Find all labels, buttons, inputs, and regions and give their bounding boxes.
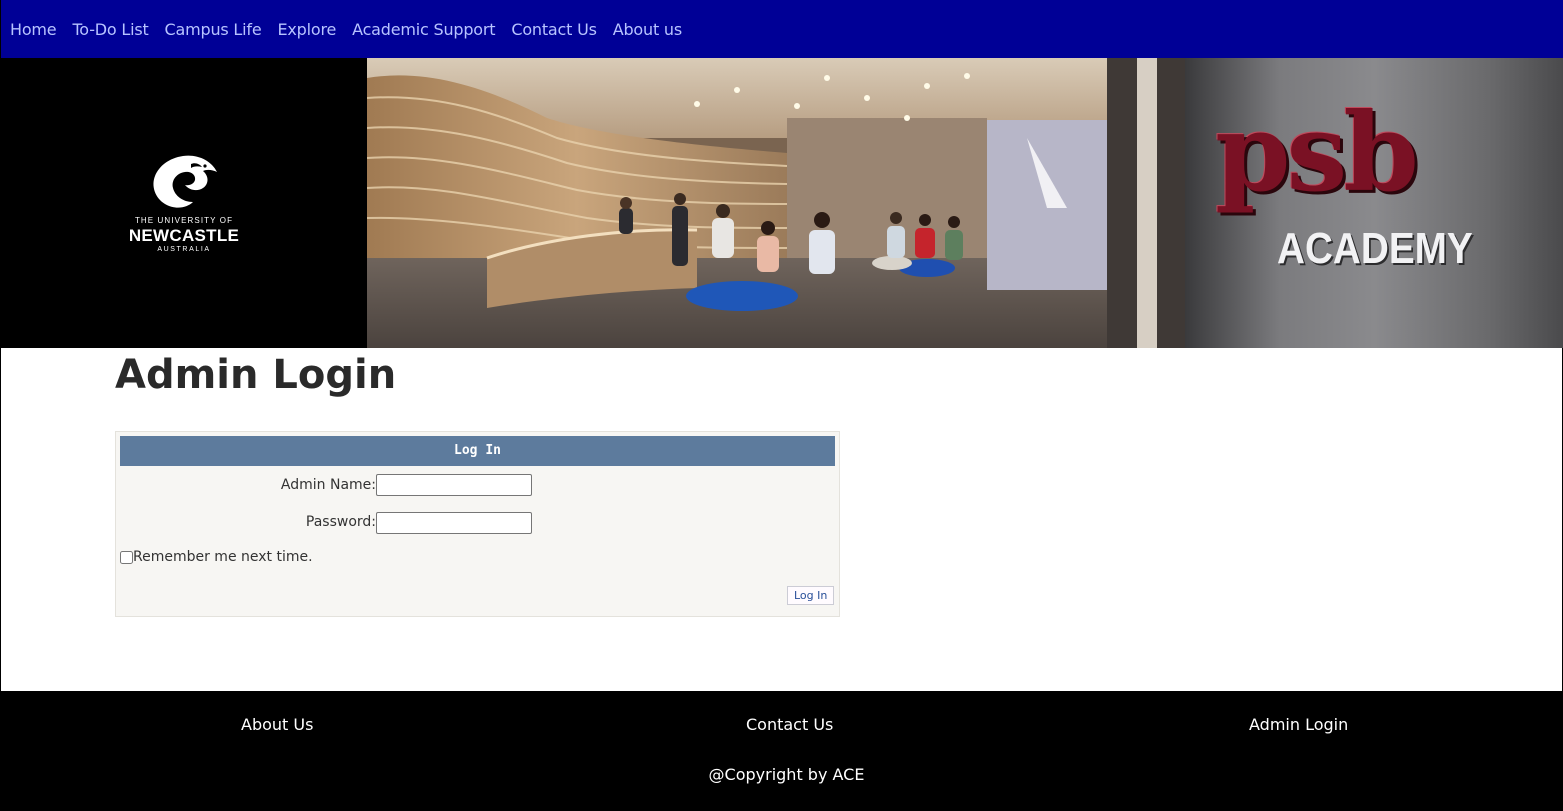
admin-name-label: Admin Name:	[280, 477, 376, 493]
uon-logo-line3: AUSTRALIA	[157, 246, 211, 253]
page-title: Admin Login	[115, 352, 397, 398]
uon-logo: THE UNIVERSITY OF NEWCASTLE AUSTRALIA	[118, 152, 250, 254]
footer: About Us Contact Us Admin Login @Copyrig…	[1, 691, 1563, 811]
nav-academic-support[interactable]: Academic Support	[352, 20, 495, 39]
nav-explore[interactable]: Explore	[277, 20, 336, 39]
remember-me: Remember me next time.	[120, 549, 313, 565]
uon-logo-line2: NEWCASTLE	[128, 226, 240, 245]
nav-campus-life[interactable]: Campus Life	[165, 20, 262, 39]
lobby-illustration	[367, 58, 1185, 348]
psb-logo-panel: psb ACADEMY	[1185, 58, 1563, 348]
admin-name-input[interactable]	[376, 474, 532, 496]
nav-todo-list[interactable]: To-Do List	[72, 20, 148, 39]
footer-about-us[interactable]: About Us	[241, 715, 313, 734]
footer-admin-login[interactable]: Admin Login	[1249, 715, 1348, 734]
nav-contact-us[interactable]: Contact Us	[511, 20, 597, 39]
copyright: @Copyright by ACE	[708, 765, 865, 784]
seahorse-icon	[153, 155, 217, 208]
nav-home[interactable]: Home	[10, 20, 57, 39]
password-label: Password:	[305, 514, 376, 530]
login-header: Log In	[120, 436, 835, 466]
uon-logo-line1: THE UNIVERSITY OF	[134, 216, 234, 225]
header-banner: THE UNIVERSITY OF NEWCASTLE AUSTRALIA ps…	[1, 58, 1563, 348]
psb-logo-main: psb	[1215, 90, 1419, 216]
login-form: Log In Admin Name: Password: Remember me…	[115, 431, 840, 617]
top-nav: Home To-Do List Campus Life Explore Acad…	[1, 0, 1563, 58]
remember-me-checkbox[interactable]	[120, 550, 133, 564]
login-button[interactable]: Log In	[787, 586, 835, 605]
remember-me-label: Remember me next time.	[133, 549, 313, 565]
page: Home To-Do List Campus Life Explore Acad…	[0, 0, 1563, 811]
password-input[interactable]	[376, 512, 532, 534]
nav-about-us[interactable]: About us	[613, 20, 682, 39]
campus-lobby-photo	[367, 58, 1185, 348]
uon-logo-panel: THE UNIVERSITY OF NEWCASTLE AUSTRALIA	[1, 58, 367, 348]
psb-logo-sub: ACADEMY	[1277, 224, 1473, 273]
footer-contact-us[interactable]: Contact Us	[746, 715, 833, 734]
